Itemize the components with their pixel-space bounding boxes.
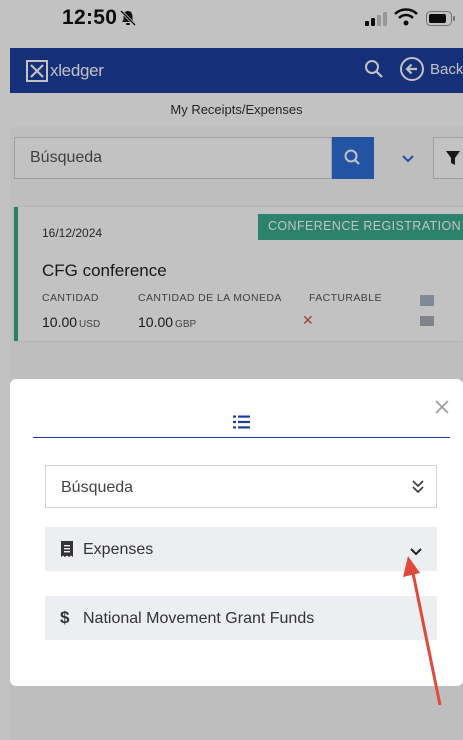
annotation-arrow-icon <box>403 556 442 706</box>
